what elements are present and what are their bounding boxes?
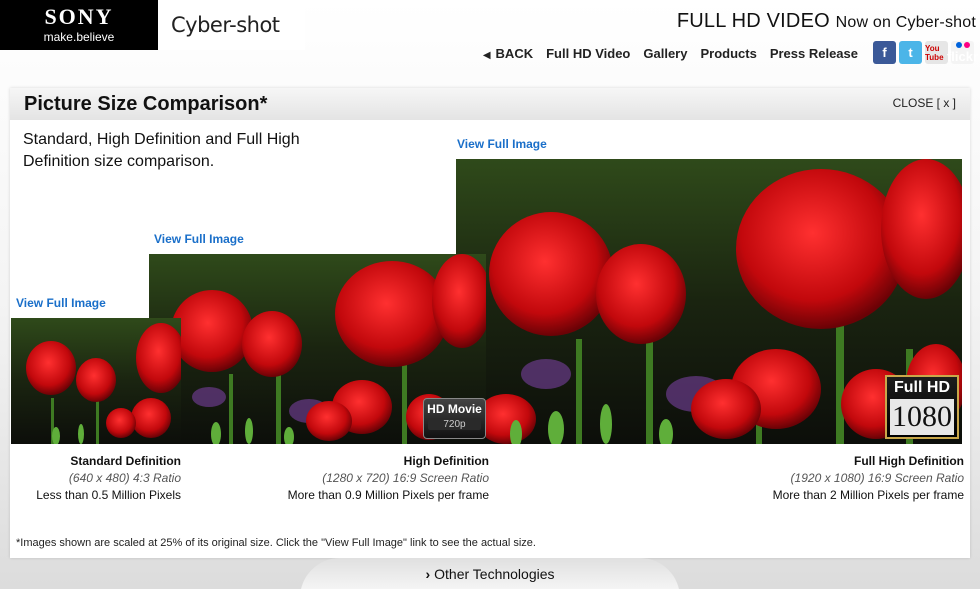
view-full-image-fhd-link[interactable]: View Full Image [457,137,547,151]
panel-title: Picture Size Comparison* [24,93,268,115]
hd-movie-resolution: 720p [428,419,481,430]
hd-movie-label: HD Movie [427,402,482,416]
twitter-icon[interactable]: t [899,41,922,64]
sd-title: Standard Definition [70,454,181,468]
other-technologies-text: Other Technologies [434,566,555,582]
sd-pixels: Less than 0.5 Million Pixels [36,488,181,502]
nav-item-products[interactable]: Products [700,46,756,61]
product-logo[interactable]: Cyber-shot [158,0,305,50]
top-nav: ◀ BACK Full HD Video Gallery Products Pre… [483,46,858,61]
headline-main: FULL HD VIDEO [676,10,830,32]
flickr-dots [951,41,974,49]
sd-tulip-image[interactable] [11,318,181,444]
fhd-ratio: (1920 x 1080) 16:9 Screen Ratio [790,471,964,485]
youtube-icon[interactable]: You Tube [925,41,948,64]
hd-caption: High Definition (1280 x 720) 16:9 Screen… [288,453,489,504]
intro-text: Standard, High Definition and Full High … [23,131,300,170]
page-headline: FULL HD VIDEO Now on Cyber-shot [677,10,976,33]
nav-item-gallery[interactable]: Gallery [643,46,687,61]
hd-title: High Definition [403,454,489,468]
close-button[interactable]: CLOSE [ x ] [893,96,956,110]
panel-header: Picture Size Comparison* CLOSE [ x ] [10,88,970,120]
nav-item-press-release[interactable]: Press Release [770,46,858,61]
other-technologies-label: › Other Technologies [300,566,680,582]
brand-name: SONY [44,4,114,29]
full-hd-badge: Full HD 1080 [885,375,959,439]
back-link[interactable]: ◀ BACK [483,46,533,61]
sd-caption: Standard Definition (640 x 480) 4:3 Rati… [36,453,181,504]
headline-sub: Now on Cyber-shot [835,14,976,31]
flickr-label: flickr [946,49,979,64]
fhd-pixels: More than 2 Million Pixels per frame [772,488,964,502]
view-full-image-hd-link[interactable]: View Full Image [154,232,244,246]
social-links: f t You Tube flickr [873,41,979,64]
hd-movie-badge: HD Movie 720p [423,398,486,439]
back-label: BACK [495,46,534,61]
view-full-image-sd-link[interactable]: View Full Image [16,296,106,310]
brand-tagline: make.believe [43,30,115,44]
back-arrow-icon: ◀ [482,50,491,61]
chevron-right-icon: › [425,566,431,582]
facebook-icon[interactable]: f [873,41,896,64]
sd-ratio: (640 x 480) 4:3 Ratio [68,471,181,485]
fhd-title: Full High Definition [854,454,964,468]
full-hd-label: Full HD [894,379,950,396]
hd-pixels: More than 0.9 Million Pixels per frame [287,488,489,502]
footnote: *Images shown are scaled at 25% of its o… [16,537,536,549]
full-hd-resolution: 1080 [890,399,954,435]
sony-logo[interactable]: SONY make.believe [0,0,158,50]
other-technologies-tab[interactable]: › Other Technologies [300,558,680,589]
fhd-caption: Full High Definition (1920 x 1080) 16:9 … [773,453,964,504]
flickr-icon[interactable]: flickr [946,41,979,64]
nav-item-full-hd-video[interactable]: Full HD Video [546,46,630,61]
hd-ratio: (1280 x 720) 16:9 Screen Ratio [322,471,489,485]
